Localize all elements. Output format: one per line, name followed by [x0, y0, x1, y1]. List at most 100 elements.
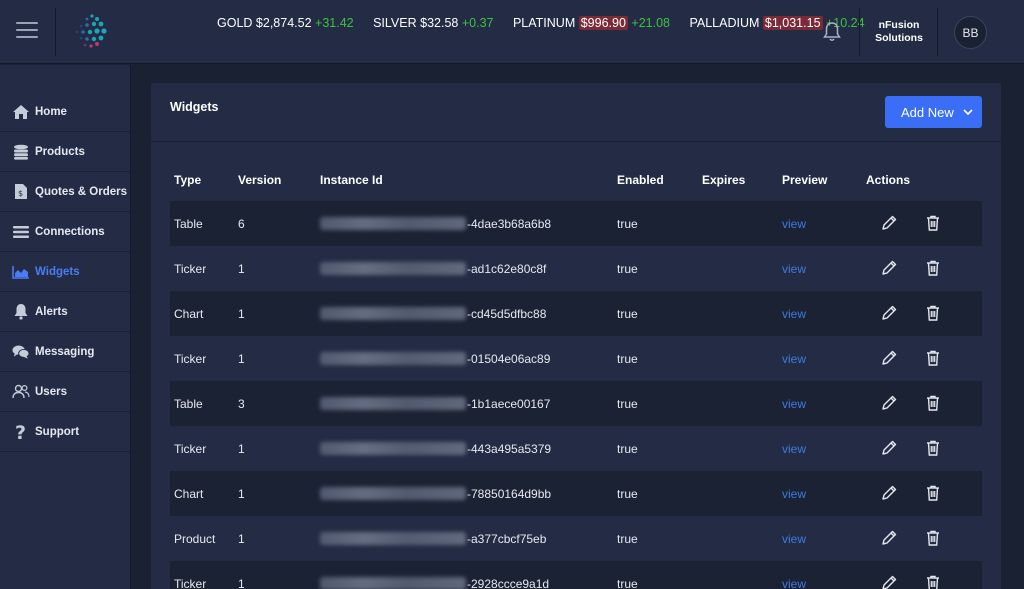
metal-prices-ticker: GOLD $2,874.52 +31.42 SILVER $32.58 +0.3… [217, 16, 881, 30]
table-row: Table 6 -4dae3b68a6b8 true view [170, 201, 982, 246]
sidebar-item-widgets[interactable]: Widgets [0, 252, 130, 292]
sidebar-item-messaging[interactable]: Messaging [0, 332, 130, 372]
svg-text:$: $ [18, 189, 23, 198]
sidebar-item-connections[interactable]: Connections [0, 212, 130, 252]
company-logo [75, 14, 107, 48]
column-header-instance-id[interactable]: Instance Id [320, 173, 383, 187]
top-bar: GOLD $2,874.52 +31.42 SILVER $32.58 +0.3… [0, 0, 1024, 64]
delete-trash-icon[interactable] [924, 574, 942, 589]
sidebar-item-label: Messaging [35, 345, 95, 358]
bars-icon [12, 223, 30, 241]
instance-id-suffix: -01504e06ac89 [467, 351, 551, 366]
svg-text:?: ? [15, 423, 26, 441]
company-name: nFusion Solutions [875, 19, 923, 44]
preview-view-link[interactable]: view [782, 381, 806, 426]
delete-trash-icon[interactable] [924, 439, 942, 457]
edit-pencil-icon[interactable] [880, 259, 898, 277]
divider [151, 141, 1001, 142]
preview-view-link[interactable]: view [782, 201, 806, 246]
edit-pencil-icon[interactable] [880, 484, 898, 502]
bell-icon[interactable] [822, 21, 842, 43]
invoice-icon: $ [12, 183, 30, 201]
column-header-type[interactable]: Type [174, 173, 201, 187]
cell-instance-id: -1b1aece00167 [320, 381, 550, 426]
table-row: Ticker 1 -ad1c62e80c8f true view [170, 246, 982, 291]
preview-view-link[interactable]: view [782, 471, 806, 516]
preview-view-link[interactable]: view [782, 336, 806, 381]
cell-type: Ticker [174, 261, 207, 276]
sidebar-item-alerts[interactable]: Alerts [0, 292, 130, 332]
users-icon [12, 383, 30, 401]
redacted-id-prefix [320, 577, 466, 589]
hamburger-menu-icon[interactable] [16, 22, 38, 42]
preview-view-link[interactable]: view [782, 561, 806, 589]
add-new-label: Add New [901, 104, 954, 120]
instance-id-suffix: -ad1c62e80c8f [467, 261, 547, 276]
cell-version: 1 [238, 261, 245, 276]
preview-view-link[interactable]: view [782, 246, 806, 291]
cell-enabled: true [617, 531, 638, 546]
preview-view-link[interactable]: view [782, 426, 806, 471]
sidebar-item-label: Home [35, 105, 67, 118]
sidebar-item-support[interactable]: ? Support [0, 412, 130, 452]
sidebar-item-label: Products [35, 145, 85, 158]
edit-pencil-icon[interactable] [880, 574, 898, 589]
gold-price: GOLD $2,874.52 +31.42 [217, 16, 354, 30]
cell-type: Chart [174, 306, 204, 321]
redacted-id-prefix [320, 352, 466, 365]
avatar[interactable]: BB [954, 16, 987, 49]
redacted-id-prefix [320, 442, 466, 455]
question-icon: ? [12, 423, 30, 441]
chevron-down-icon [963, 108, 973, 115]
cell-instance-id: -443a495a5379 [320, 426, 551, 471]
preview-view-link[interactable]: view [782, 291, 806, 336]
column-header-preview[interactable]: Preview [782, 173, 827, 187]
cell-type: Table [174, 396, 203, 411]
instance-id-suffix: -a377cbcf75eb [467, 531, 547, 546]
sidebar-item-label: Users [35, 385, 67, 398]
delete-trash-icon[interactable] [924, 214, 942, 232]
edit-pencil-icon[interactable] [880, 349, 898, 367]
cell-type: Ticker [174, 441, 207, 456]
cell-instance-id: -a377cbcf75eb [320, 516, 546, 561]
edit-pencil-icon[interactable] [880, 214, 898, 232]
sidebar-item-home[interactable]: Home [0, 92, 130, 132]
table-row: Ticker 1 -2928ccce9a1d true view [170, 561, 982, 589]
delete-trash-icon[interactable] [924, 349, 942, 367]
cell-type: Ticker [174, 351, 207, 366]
delete-trash-icon[interactable] [924, 529, 942, 547]
sidebar-item-users[interactable]: Users [0, 372, 130, 412]
cell-instance-id: -2928ccce9a1d [320, 561, 549, 589]
preview-view-link[interactable]: view [782, 516, 806, 561]
sidebar-item-products[interactable]: Products [0, 132, 130, 172]
column-header-expires[interactable]: Expires [702, 173, 745, 187]
add-new-button[interactable]: Add New [885, 96, 982, 128]
cell-instance-id: -ad1c62e80c8f [320, 246, 546, 291]
column-header-version[interactable]: Version [238, 173, 281, 187]
sidebar-item-quotes-orders[interactable]: $ Quotes & Orders [0, 172, 130, 212]
divider [937, 8, 938, 56]
delete-trash-icon[interactable] [924, 484, 942, 502]
table-row: Ticker 1 -01504e06ac89 true view [170, 336, 982, 381]
delete-trash-icon[interactable] [924, 259, 942, 277]
edit-pencil-icon[interactable] [880, 439, 898, 457]
bell-icon [12, 303, 30, 321]
cell-enabled: true [617, 576, 638, 589]
cell-version: 1 [238, 351, 245, 366]
cell-version: 3 [238, 396, 245, 411]
redacted-id-prefix [320, 532, 466, 545]
cell-version: 6 [238, 216, 245, 231]
column-header-enabled[interactable]: Enabled [617, 173, 664, 187]
edit-pencil-icon[interactable] [880, 394, 898, 412]
delete-trash-icon[interactable] [924, 304, 942, 322]
cell-enabled: true [617, 306, 638, 321]
edit-pencil-icon[interactable] [880, 304, 898, 322]
cell-type: Table [174, 216, 203, 231]
edit-pencil-icon[interactable] [880, 529, 898, 547]
widgets-panel: Widgets Add New Type Version Instance Id… [151, 83, 1001, 589]
delete-trash-icon[interactable] [924, 394, 942, 412]
sidebar-item-label: Support [35, 425, 80, 438]
cell-type: Product [174, 531, 216, 546]
column-header-actions: Actions [866, 173, 911, 187]
page-title: Widgets [170, 100, 219, 114]
